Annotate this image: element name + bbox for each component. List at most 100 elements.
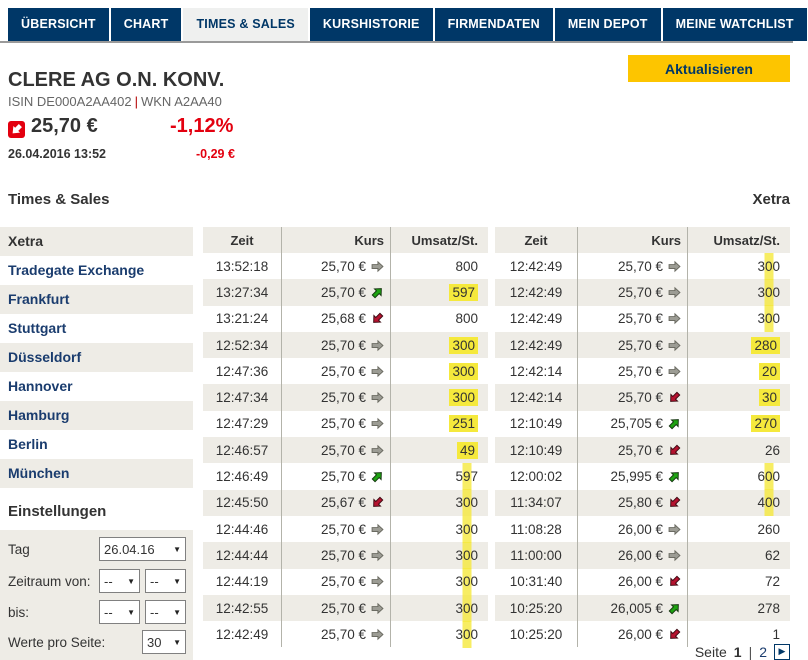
- from-minute-value: --: [150, 573, 159, 589]
- column-header-kurs: Kurs: [281, 227, 390, 253]
- trade-time: 12:42:55: [215, 600, 269, 616]
- trade-time: 10:25:20: [509, 600, 563, 616]
- trade-row: 12:46:57 25,70 € 49: [203, 437, 488, 464]
- from-label: Zeitraum von:: [8, 573, 91, 589]
- tag-select[interactable]: 26.04.16 ▼: [99, 537, 186, 561]
- tab-kurshistorie[interactable]: KURSHISTORIE: [309, 8, 433, 41]
- page-title: CLERE AG O.N. KONV.: [8, 69, 225, 92]
- trade-price: 25,705 €: [577, 410, 687, 438]
- trade-row: 10:25:20 26,005 € 278: [495, 594, 790, 622]
- change-percent: -1,12%: [170, 115, 234, 137]
- trade-price: 25,80 €: [577, 489, 687, 516]
- settings-row-to: bis: -- ▼ -- ▼: [8, 600, 186, 624]
- to-minute-select[interactable]: -- ▼: [145, 600, 186, 624]
- trade-price: 25,70 €: [281, 331, 390, 359]
- volume-value: 62: [764, 547, 780, 563]
- trade-row: 12:42:55 25,70 € 300: [203, 594, 488, 622]
- trade-price: 25,68 €: [281, 305, 390, 332]
- from-hour-value: --: [104, 573, 113, 589]
- trade-volume: 251: [390, 410, 488, 438]
- trade-price: 25,70 €: [281, 253, 390, 280]
- trade-volume: 300: [390, 331, 488, 359]
- chevron-down-icon: ▼: [173, 544, 181, 554]
- settings-row-from: Zeitraum von: -- ▼ -- ▼: [8, 569, 186, 593]
- sidebar-item-muenchen[interactable]: München: [0, 459, 193, 488]
- sidebar-item-hannover[interactable]: Hannover: [0, 372, 193, 401]
- trade-time: 10:25:20: [509, 626, 563, 642]
- trade-volume: 300: [390, 358, 488, 385]
- trade-row: 12:42:49 25,70 € 300: [495, 305, 790, 332]
- trade-volume: 800: [390, 305, 488, 332]
- trade-time: 12:10:49: [509, 416, 563, 432]
- tab-times-and-sales[interactable]: TIMES & SALES: [183, 8, 308, 41]
- trade-price: 26,005 €: [577, 594, 687, 622]
- trade-price: 25,70 €: [577, 437, 687, 464]
- tab-chart[interactable]: CHART: [110, 8, 182, 41]
- trade-time: 12:42:14: [509, 363, 563, 379]
- price-down-arrow-icon: [373, 496, 384, 508]
- tab-uebersicht[interactable]: ÜBERSICHT: [8, 8, 109, 41]
- next-page-icon[interactable]: ▶: [774, 644, 790, 660]
- sidebar-item-stuttgart[interactable]: Stuttgart: [0, 314, 193, 343]
- price-unchanged-arrow-icon: [668, 260, 681, 272]
- price-unchanged-arrow-icon: [371, 365, 384, 378]
- trade-time: 12:45:50: [215, 495, 269, 511]
- trade-price: 25,70 €: [281, 358, 390, 385]
- to-hour-select[interactable]: -- ▼: [99, 600, 140, 624]
- trade-volume: 300: [390, 594, 488, 622]
- sidebar-item-berlin[interactable]: Berlin: [0, 430, 193, 459]
- refresh-button[interactable]: Aktualisieren: [628, 55, 790, 82]
- highlight-mark: 300: [455, 521, 478, 537]
- settings-panel: Tag 26.04.16 ▼ Zeitraum von: -- ▼ -- ▼ b…: [0, 530, 193, 660]
- price-unchanged-arrow-icon: [668, 365, 681, 378]
- trade-volume: 600: [687, 463, 790, 490]
- trade-time: 12:47:36: [215, 363, 269, 379]
- highlight-mark: 600: [757, 469, 780, 485]
- from-hour-select[interactable]: -- ▼: [99, 569, 140, 593]
- price-down-arrow-icon: [670, 496, 681, 508]
- trade-row: 12:42:14 25,70 € 20: [495, 358, 790, 385]
- sidebar-item-duesseldorf[interactable]: Düsseldorf: [0, 343, 193, 372]
- tab-mein-depot[interactable]: MEIN DEPOT: [554, 8, 661, 41]
- highlight-mark: 300: [449, 336, 478, 354]
- price-unchanged-arrow-icon: [371, 418, 384, 430]
- highlight-mark: 280: [751, 336, 780, 354]
- sidebar-item-hamburg[interactable]: Hamburg: [0, 401, 193, 430]
- volume-value: 260: [757, 521, 780, 537]
- chevron-down-icon: ▼: [173, 607, 181, 617]
- sidebar-item-xetra[interactable]: Xetra: [0, 227, 193, 256]
- trade-price: 25,70 €: [281, 279, 390, 306]
- highlight-mark: 300: [455, 626, 478, 642]
- sidebar-item-frankfurt[interactable]: Frankfurt: [0, 285, 193, 314]
- price-down-arrow-icon: [373, 312, 384, 324]
- trade-volume: 300: [390, 515, 488, 543]
- volume-value: 72: [764, 574, 780, 590]
- column-header-umsatz: Umsatz/St.: [687, 227, 790, 253]
- price-up-arrow-icon: [668, 472, 679, 483]
- tab-meine-watchlist[interactable]: MEINE WATCHLIST: [662, 8, 807, 41]
- trade-volume: 300: [390, 384, 488, 411]
- trade-price: 26,00 €: [577, 621, 687, 648]
- trade-row: 12:47:36 25,70 € 300: [203, 358, 488, 385]
- pagination-page-2-link[interactable]: 2: [759, 644, 767, 660]
- price-trend-down-icon: [8, 121, 25, 143]
- trade-row: 12:46:49 25,70 € 597: [203, 463, 488, 490]
- sidebar-item-tradegate-exchange[interactable]: Tradegate Exchange: [0, 256, 193, 285]
- price-unchanged-arrow-icon: [371, 628, 384, 641]
- trade-row: 11:08:28 26,00 € 260: [495, 515, 790, 543]
- table-body: 12:42:49 25,70 €300 12:42:49 25,70 €300 12:4…: [495, 253, 790, 648]
- trade-time: 13:21:24: [215, 311, 269, 327]
- trade-time: 13:52:18: [215, 258, 269, 274]
- from-minute-select[interactable]: -- ▼: [145, 569, 186, 593]
- trade-volume: 300: [687, 253, 790, 280]
- highlight-mark: 49: [456, 441, 478, 459]
- to-minute-value: --: [150, 604, 159, 620]
- column-header-zeit: Zeit: [230, 232, 254, 248]
- tab-firmendaten[interactable]: FIRMENDATEN: [434, 8, 553, 41]
- trade-row: 13:52:18 25,70 € 800: [203, 253, 488, 280]
- price-up-arrow-icon: [668, 603, 679, 614]
- per-page-select[interactable]: 30 ▼: [142, 630, 186, 654]
- trade-row: 13:21:24 25,68 € 800: [203, 305, 488, 332]
- column-header-kurs: Kurs: [577, 227, 687, 253]
- trade-row: 11:34:07 25,80 € 400: [495, 489, 790, 516]
